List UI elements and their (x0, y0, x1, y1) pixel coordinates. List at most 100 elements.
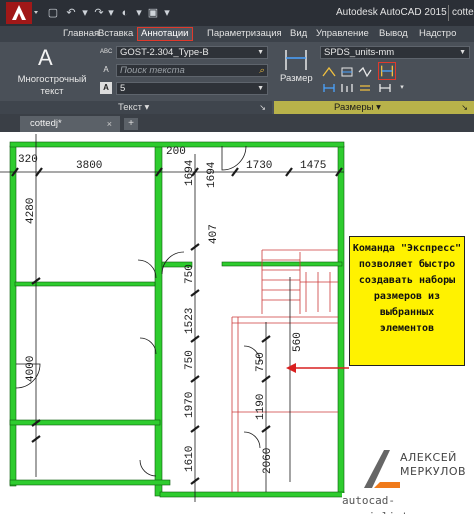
dim-top-1475: 1475 (300, 160, 326, 172)
walls (9, 141, 345, 498)
callout-line-6: элементов (379, 323, 435, 334)
file-tab-cottedj[interactable]: cottedj* × (20, 116, 120, 132)
tab-addins[interactable]: Надстро (416, 27, 459, 41)
text-height-select[interactable]: 5 ▼ (116, 82, 268, 95)
dim-baseline-icon[interactable] (340, 82, 354, 94)
tab-parametric[interactable]: Параметризация (204, 27, 285, 41)
autocad-logo-icon[interactable] (6, 2, 40, 24)
stairs (262, 252, 338, 314)
text-panel: A Многострочный текст ABC GOST-2.304_Typ… (0, 42, 272, 114)
dim-top-320: 320 (18, 154, 38, 166)
dim-top-200: 200 (166, 146, 186, 158)
tab-manage[interactable]: Управление (313, 27, 372, 41)
dimension-button[interactable]: Размер (280, 73, 313, 84)
dimensions-panel-title: Размеры ▾ (334, 102, 381, 113)
file-tab-label: cottedj* (30, 118, 62, 129)
dim-top-3800: 3800 (76, 160, 102, 172)
dim-right-750: 750 (255, 352, 267, 372)
search-text-input[interactable]: Поиск текста ⌕ (116, 64, 268, 77)
dim-right-1190: 1190 (255, 394, 267, 420)
text-height-value: 5 (120, 83, 126, 94)
dim-mid-1694: 1694 (184, 159, 196, 186)
dim-right-560: 560 (292, 332, 304, 352)
brand-url: autocad-specialist.ru (342, 493, 472, 514)
dim-continue-icon[interactable] (322, 82, 336, 94)
file-tab-bar: cottedj* × + (0, 114, 474, 132)
dimension-ticks (11, 167, 343, 485)
plot-dropdown-icon[interactable]: ▾ (132, 6, 146, 20)
text-style-value: GOST-2.304_Type-B (120, 47, 209, 58)
dim-mid-407: 407 (208, 224, 220, 244)
multiline-text-icon[interactable]: A (38, 45, 53, 71)
window-title: Autodesk AutoCAD 2015 (336, 7, 447, 18)
dim-oblique-icon[interactable] (378, 82, 392, 94)
undo-dropdown-icon[interactable]: ▾ (78, 6, 92, 20)
search-icon[interactable]: ⌕ (259, 65, 264, 76)
dimension-style-select[interactable]: SPDS_units-mm ▼ (320, 46, 470, 59)
dim-mid-750-b: 750 (184, 350, 196, 370)
dimensions-panel-footer[interactable]: Размеры ▾ ↘ (274, 101, 474, 114)
ribbon-tab-bar: Главная Вставка Аннотации Параметризация… (0, 26, 474, 42)
multiline-text-label-2: текст (40, 86, 64, 97)
plot-icon[interactable]: ◐ (118, 6, 132, 20)
dim-left-4280: 4280 (25, 198, 37, 224)
text-panel-footer[interactable]: Текст ▾ ↘ (0, 101, 272, 114)
window-file-name: cotte (452, 7, 474, 18)
brand-name-first: АЛЕКСЕЙ (400, 451, 457, 464)
undo-icon[interactable]: ↶ (64, 6, 78, 20)
tab-view[interactable]: Вид (287, 27, 310, 41)
dim-inspect-icon[interactable] (358, 66, 372, 78)
callout-note: Команда "Экспресс" позволяет быстро созд… (349, 236, 465, 366)
find-text-icon: A (103, 65, 109, 74)
multiline-text-label-1: Многострочный (17, 74, 87, 85)
tab-annotate[interactable]: Аннотации (137, 27, 193, 41)
doors (15, 145, 261, 477)
interior-lines (231, 249, 338, 492)
title-bar: ▢ ↶ ▾ ↷ ▾ ◐ ▾ ▣ ▾ Autodesk AutoCAD 2015 … (0, 0, 474, 26)
redo-dropdown-icon[interactable]: ▾ (104, 6, 118, 20)
dim-adjust-icon[interactable] (340, 66, 354, 78)
dim-mid-750-a: 750 (184, 264, 196, 284)
chevron-down-icon: ▼ (459, 49, 466, 56)
dim-left-4000: 4000 (25, 356, 37, 382)
close-icon[interactable]: × (107, 116, 112, 132)
brand-block: АЛЕКСЕЙ МЕРКУЛОВ (356, 445, 472, 491)
ribbon: A Многострочный текст ABC GOST-2.304_Typ… (0, 42, 474, 114)
chevron-down-icon[interactable]: ▾ (396, 82, 408, 94)
dialog-launcher-icon[interactable]: ↘ (259, 101, 266, 114)
workspace-dropdown-icon[interactable]: ▾ (160, 6, 174, 20)
tab-insert[interactable]: Вставка (95, 27, 136, 41)
dim-top-1730: 1730 (246, 160, 272, 172)
dim-mid-1523: 1523 (184, 308, 196, 334)
tab-output[interactable]: Вывод (376, 27, 411, 41)
callout-line-1: Команда "Экспресс" (352, 243, 462, 254)
text-style-icon: ABC (100, 49, 113, 55)
text-style-select[interactable]: GOST-2.304_Type-B ▼ (116, 46, 268, 59)
brand-name-last: МЕРКУЛОВ (400, 465, 467, 478)
dim-mid-2060: 2060 (262, 448, 274, 474)
dim-space-icon[interactable] (358, 82, 372, 94)
text-height-icon: A (100, 82, 112, 94)
new-tab-button[interactable]: + (124, 118, 138, 130)
workspace-icon[interactable]: ▣ (146, 6, 160, 20)
new-file-icon[interactable]: ▢ (46, 6, 60, 20)
dim-mid-1970: 1970 (184, 392, 196, 418)
title-separator (448, 5, 449, 21)
dimensions-panel: Размер SPDS_units-mm ▼ ▾ Размеры ▾ ↘ (274, 42, 474, 114)
dimension-icon[interactable] (282, 48, 310, 72)
dim-break-icon[interactable] (322, 66, 336, 78)
dim-mid-2060-a: 1610 (184, 446, 196, 472)
callout-line-2: позволяет быстро (358, 259, 456, 270)
dimension-lines (0, 134, 344, 502)
chevron-down-icon: ▼ (257, 49, 264, 56)
dialog-launcher-icon[interactable]: ↘ (461, 101, 468, 114)
text-panel-title: Текст ▾ (118, 102, 150, 113)
dimension-style-value: SPDS_units-mm (324, 47, 395, 58)
callout-line-4: размеров из (373, 291, 441, 302)
dim-top-1694: 1694 (206, 161, 218, 188)
callout-line-5: выбранных (379, 307, 435, 318)
callout-line-3: создавать наборы (358, 275, 456, 286)
chevron-down-icon: ▼ (257, 85, 264, 92)
quick-dimension-icon[interactable] (378, 62, 396, 80)
multiline-text-button[interactable]: Многострочный текст (10, 74, 94, 98)
